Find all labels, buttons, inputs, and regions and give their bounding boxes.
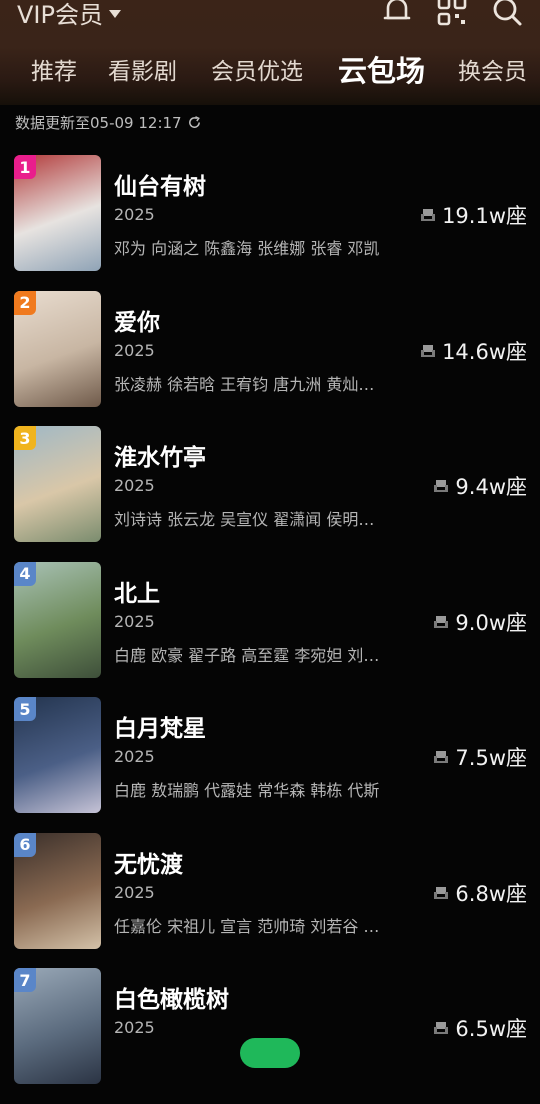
seat-count: 6.8w座 bbox=[433, 878, 527, 908]
seat-icon bbox=[434, 615, 449, 628]
show-cast: 白鹿 敖瑞鹏 代露娃 常华森 韩栋 代斯 bbox=[114, 781, 380, 800]
seat-icon bbox=[434, 751, 449, 763]
vip-dropdown[interactable]: VIP会员 bbox=[17, 0, 121, 30]
seat-icon bbox=[421, 344, 436, 357]
seat-value: 19.1w座 bbox=[442, 204, 527, 228]
seat-value: 9.0w座 bbox=[455, 610, 527, 635]
show-year: 2025 bbox=[114, 205, 155, 224]
seat-icon bbox=[421, 209, 436, 221]
seat-value: 6.8w座 bbox=[455, 881, 527, 906]
update-timestamp: 数据更新至05-09 12:17 bbox=[15, 109, 202, 135]
poster-image[interactable]: 1 bbox=[14, 155, 101, 271]
show-year: 2025 bbox=[114, 1018, 155, 1037]
list-item[interactable]: 5 白月梵星 2025 白鹿 敖瑞鹏 代露娃 常华森 韩栋 代斯 7.5w座 bbox=[0, 697, 540, 833]
show-title[interactable]: 白色橄榄树 bbox=[114, 980, 229, 1014]
vip-dropdown-label: VIP会员 bbox=[17, 0, 103, 29]
seat-value: 6.5w座 bbox=[455, 1017, 527, 1041]
seat-icon bbox=[434, 886, 449, 899]
search-icon[interactable] bbox=[490, 0, 524, 28]
show-cast: 任嘉伦 宋祖儿 宣言 范帅琦 刘若谷 … bbox=[114, 916, 380, 936]
poster-image[interactable]: 3 bbox=[14, 426, 101, 542]
show-title[interactable]: 爱你 bbox=[114, 303, 160, 337]
show-year: 2025 bbox=[114, 340, 155, 360]
caret-down-icon bbox=[108, 10, 121, 18]
seat-icon bbox=[434, 1022, 449, 1034]
seat-count: 19.1w座 bbox=[420, 200, 527, 230]
top-header: VIP会员 推荐 看影剧 会员优选 云包场 换会员 bbox=[0, 0, 540, 105]
show-cast: 刘诗诗 张云龙 吴宣仪 翟潇闻 侯明… bbox=[114, 510, 375, 529]
show-cast: 邓为 向涵之 陈鑫海 张维娜 张睿 邓凯 bbox=[114, 239, 380, 258]
rank-badge: 4 bbox=[14, 561, 36, 586]
tab-recommend[interactable]: 推荐 bbox=[31, 44, 77, 94]
rank-badge: 3 bbox=[14, 426, 36, 450]
show-title[interactable]: 无忧渡 bbox=[114, 845, 183, 879]
list-item[interactable]: 4 北上 2025 白鹿 欧豪 翟子路 高至霆 李宛妲 刘… 9.0w座 bbox=[0, 561, 540, 698]
poster-image[interactable]: 5 bbox=[14, 697, 101, 813]
ranking-list: 1 仙台有树 2025 邓为 向涵之 陈鑫海 张维娜 张睿 邓凯 19.1w座 … bbox=[0, 155, 540, 1104]
list-item[interactable]: 1 仙台有树 2025 邓为 向涵之 陈鑫海 张维娜 张睿 邓凯 19.1w座 bbox=[0, 155, 540, 291]
seat-count: 6.5w座 bbox=[433, 1013, 527, 1043]
show-year: 2025 bbox=[114, 476, 155, 495]
rank-badge: 6 bbox=[14, 832, 36, 857]
list-item[interactable]: 2 爱你 2025 张凌赫 徐若晗 王宥钧 唐九洲 黄灿… 14.6w座 bbox=[0, 290, 540, 427]
rank-badge: 1 bbox=[14, 155, 36, 179]
refresh-icon[interactable] bbox=[187, 115, 202, 130]
show-cast: 白鹿 欧豪 翟子路 高至霆 李宛妲 刘… bbox=[114, 645, 380, 665]
rank-badge: 2 bbox=[14, 290, 36, 315]
update-text: 数据更新至05-09 12:17 bbox=[15, 113, 182, 132]
poster-image[interactable]: 4 bbox=[14, 561, 101, 678]
seat-value: 14.6w座 bbox=[442, 339, 527, 364]
seat-count: 7.5w座 bbox=[433, 742, 527, 772]
poster-image[interactable]: 6 bbox=[14, 832, 101, 949]
seat-icon bbox=[434, 480, 449, 492]
show-year: 2025 bbox=[114, 882, 155, 902]
list-item[interactable]: 6 无忧渡 2025 任嘉伦 宋祖儿 宣言 范帅琦 刘若谷 … 6.8w座 bbox=[0, 832, 540, 969]
seat-count: 14.6w座 bbox=[420, 336, 527, 366]
list-item[interactable]: 3 淮水竹亭 2025 刘诗诗 张云龙 吴宣仪 翟潇闻 侯明… 9.4w座 bbox=[0, 426, 540, 562]
seat-value: 9.4w座 bbox=[455, 475, 527, 499]
show-year: 2025 bbox=[114, 747, 155, 766]
show-cast: 张凌赫 徐若晗 王宥钧 唐九洲 黄灿… bbox=[114, 374, 375, 394]
tab-member-picks[interactable]: 会员优选 bbox=[211, 44, 303, 94]
tab-movies-series[interactable]: 看影剧 bbox=[108, 44, 177, 94]
list-item[interactable]: 7 白色橄榄树 2025 6.5w座 bbox=[0, 968, 540, 1104]
tab-switch-member[interactable]: 换会员 bbox=[458, 44, 527, 94]
seat-value: 7.5w座 bbox=[455, 746, 527, 770]
floating-action-indicator[interactable] bbox=[240, 1038, 300, 1068]
rank-badge: 7 bbox=[14, 968, 36, 992]
show-title[interactable]: 仙台有树 bbox=[114, 167, 206, 201]
bell-icon[interactable] bbox=[380, 0, 414, 28]
poster-image[interactable]: 2 bbox=[14, 290, 101, 407]
show-title[interactable]: 北上 bbox=[114, 574, 160, 608]
show-title[interactable]: 淮水竹亭 bbox=[114, 438, 206, 472]
poster-image[interactable]: 7 bbox=[14, 968, 101, 1084]
seat-count: 9.0w座 bbox=[433, 607, 527, 637]
show-year: 2025 bbox=[114, 611, 155, 631]
show-title[interactable]: 白月梵星 bbox=[114, 709, 206, 743]
scan-icon[interactable] bbox=[435, 0, 469, 28]
tab-cloud-screening[interactable]: 云包场 bbox=[338, 44, 425, 94]
nav-tabs: 推荐 看影剧 会员优选 云包场 换会员 bbox=[0, 44, 540, 94]
seat-count: 9.4w座 bbox=[433, 471, 527, 501]
rank-badge: 5 bbox=[14, 697, 36, 721]
